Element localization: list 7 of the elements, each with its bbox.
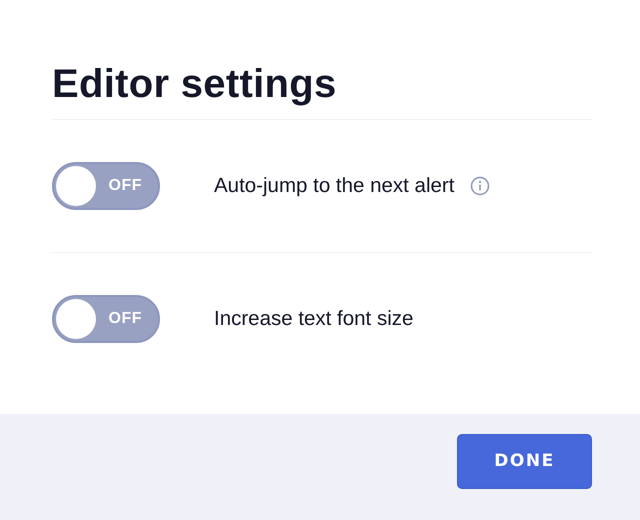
- toggle-switch[interactable]: OFF: [52, 162, 160, 210]
- info-icon[interactable]: [470, 176, 490, 196]
- done-button[interactable]: DONE: [457, 434, 592, 488]
- dialog-title: Editor settings: [52, 62, 338, 108]
- setting-label: Increase text font size: [214, 307, 414, 331]
- setting-label: Auto-jump to the next alert: [214, 174, 454, 198]
- toggle-switch[interactable]: OFF: [52, 295, 160, 343]
